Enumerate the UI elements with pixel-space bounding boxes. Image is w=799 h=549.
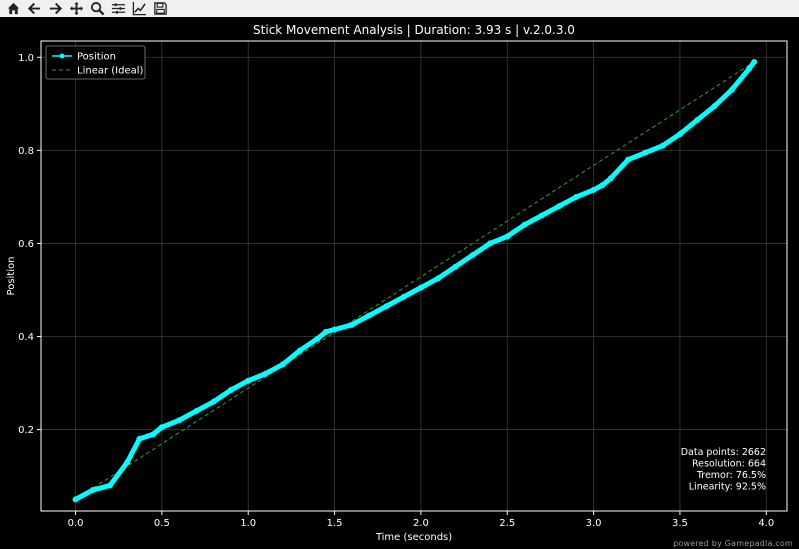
position-point [694, 117, 701, 124]
save-button[interactable] [151, 0, 170, 17]
position-point [366, 312, 373, 319]
position-point [107, 482, 114, 489]
x-tick-label: 0.5 [154, 518, 170, 529]
y-tick-label: 0.4 [18, 332, 34, 343]
position-point [193, 407, 200, 414]
position-point [245, 377, 252, 384]
position-point [150, 431, 157, 438]
stats-annotation: Data points: 2662Resolution: 664Tremor: … [681, 447, 766, 493]
forward-arrow-button[interactable] [46, 0, 65, 17]
y-tick-label: 0.6 [18, 239, 34, 250]
x-tick-label: 3.0 [586, 518, 602, 529]
position-point [136, 435, 143, 442]
plot-frame [40, 40, 788, 512]
position-point [728, 86, 735, 93]
legend: Position Linear (Ideal) [45, 45, 146, 80]
configure-subplots-icon [111, 3, 126, 14]
y-axis-label: Position [6, 257, 17, 296]
x-tick-label: 2.5 [499, 518, 515, 529]
position-point [469, 252, 476, 259]
configure-subplots-button[interactable] [109, 0, 128, 17]
position-point [331, 326, 338, 333]
position-point [176, 417, 183, 424]
series-line-linear-ideal [75, 61, 755, 500]
position-point [504, 233, 511, 240]
x-axis-label: Time (seconds) [375, 532, 452, 543]
figure-toolbar [0, 0, 799, 17]
position-point [751, 58, 758, 65]
position-point [746, 65, 753, 72]
position-point [607, 175, 614, 182]
home-button[interactable] [4, 0, 23, 17]
x-tick-label: 2.0 [413, 518, 429, 529]
position-point [72, 496, 79, 503]
position-point [486, 240, 493, 247]
position-point [711, 103, 718, 110]
legend-marker-position [59, 53, 65, 59]
position-point [158, 424, 165, 431]
x-tick-label: 4.0 [758, 518, 774, 529]
back-arrow-icon [27, 2, 41, 15]
stick-movement-chart: 0.0 0.5 1.0 1.5 2.0 2.5 3.0 3.5 4.0 0.2 0.4 0.6 0.8 1… [6, 23, 788, 543]
position-point [322, 328, 329, 335]
chart-title: Stick Movement Analysis | Duration: 3.93… [253, 23, 575, 37]
position-point [297, 347, 304, 354]
stats-line: Resolution: 664 [692, 459, 766, 470]
back-arrow-button[interactable] [25, 0, 44, 17]
x-tick-label: 3.5 [672, 518, 688, 529]
position-point [383, 303, 390, 310]
position-point [538, 212, 545, 219]
zoom-icon [90, 1, 105, 16]
position-point [590, 186, 597, 193]
y-tick-label: 0.8 [18, 146, 34, 157]
x-tick-label: 1.0 [240, 518, 256, 529]
position-point [348, 321, 355, 328]
pan-icon [69, 1, 84, 16]
position-point [124, 459, 131, 466]
y-tick-label: 0.2 [18, 425, 34, 436]
powered-by-footer: powered by Gamepadla.com [673, 539, 793, 548]
stats-line: Linearity: 92.5% [689, 482, 766, 493]
position-point [676, 131, 683, 138]
zoom-button[interactable] [88, 0, 107, 17]
home-icon [7, 2, 20, 15]
position-point [573, 193, 580, 200]
legend-label-linear: Linear (Ideal) [77, 66, 144, 77]
position-point [659, 142, 666, 149]
position-point [89, 487, 96, 494]
x-tick-label: 1.5 [327, 518, 343, 529]
position-point [556, 203, 563, 210]
position-point [435, 275, 442, 282]
position-markers [72, 58, 758, 503]
position-point [262, 370, 269, 377]
position-point [210, 398, 217, 405]
stats-line: Data points: 2662 [681, 447, 766, 458]
position-point [279, 361, 286, 368]
position-point [227, 387, 234, 394]
edit-axis-icon [132, 1, 147, 16]
pan-button[interactable] [67, 0, 86, 17]
position-point [521, 221, 528, 228]
position-point [417, 284, 424, 291]
position-point [400, 293, 407, 300]
forward-arrow-icon [49, 2, 63, 15]
position-point [452, 263, 459, 270]
position-point [642, 149, 649, 156]
save-icon [154, 2, 167, 15]
position-point [625, 156, 632, 163]
stats-line: Tremor: 76.5% [696, 470, 766, 481]
position-point [599, 182, 606, 189]
y-tick-label: 1.0 [18, 53, 34, 64]
legend-label-position: Position [77, 52, 116, 63]
position-point [314, 335, 321, 342]
edit-axis-button[interactable] [130, 0, 149, 17]
x-tick-label: 0.0 [68, 518, 84, 529]
